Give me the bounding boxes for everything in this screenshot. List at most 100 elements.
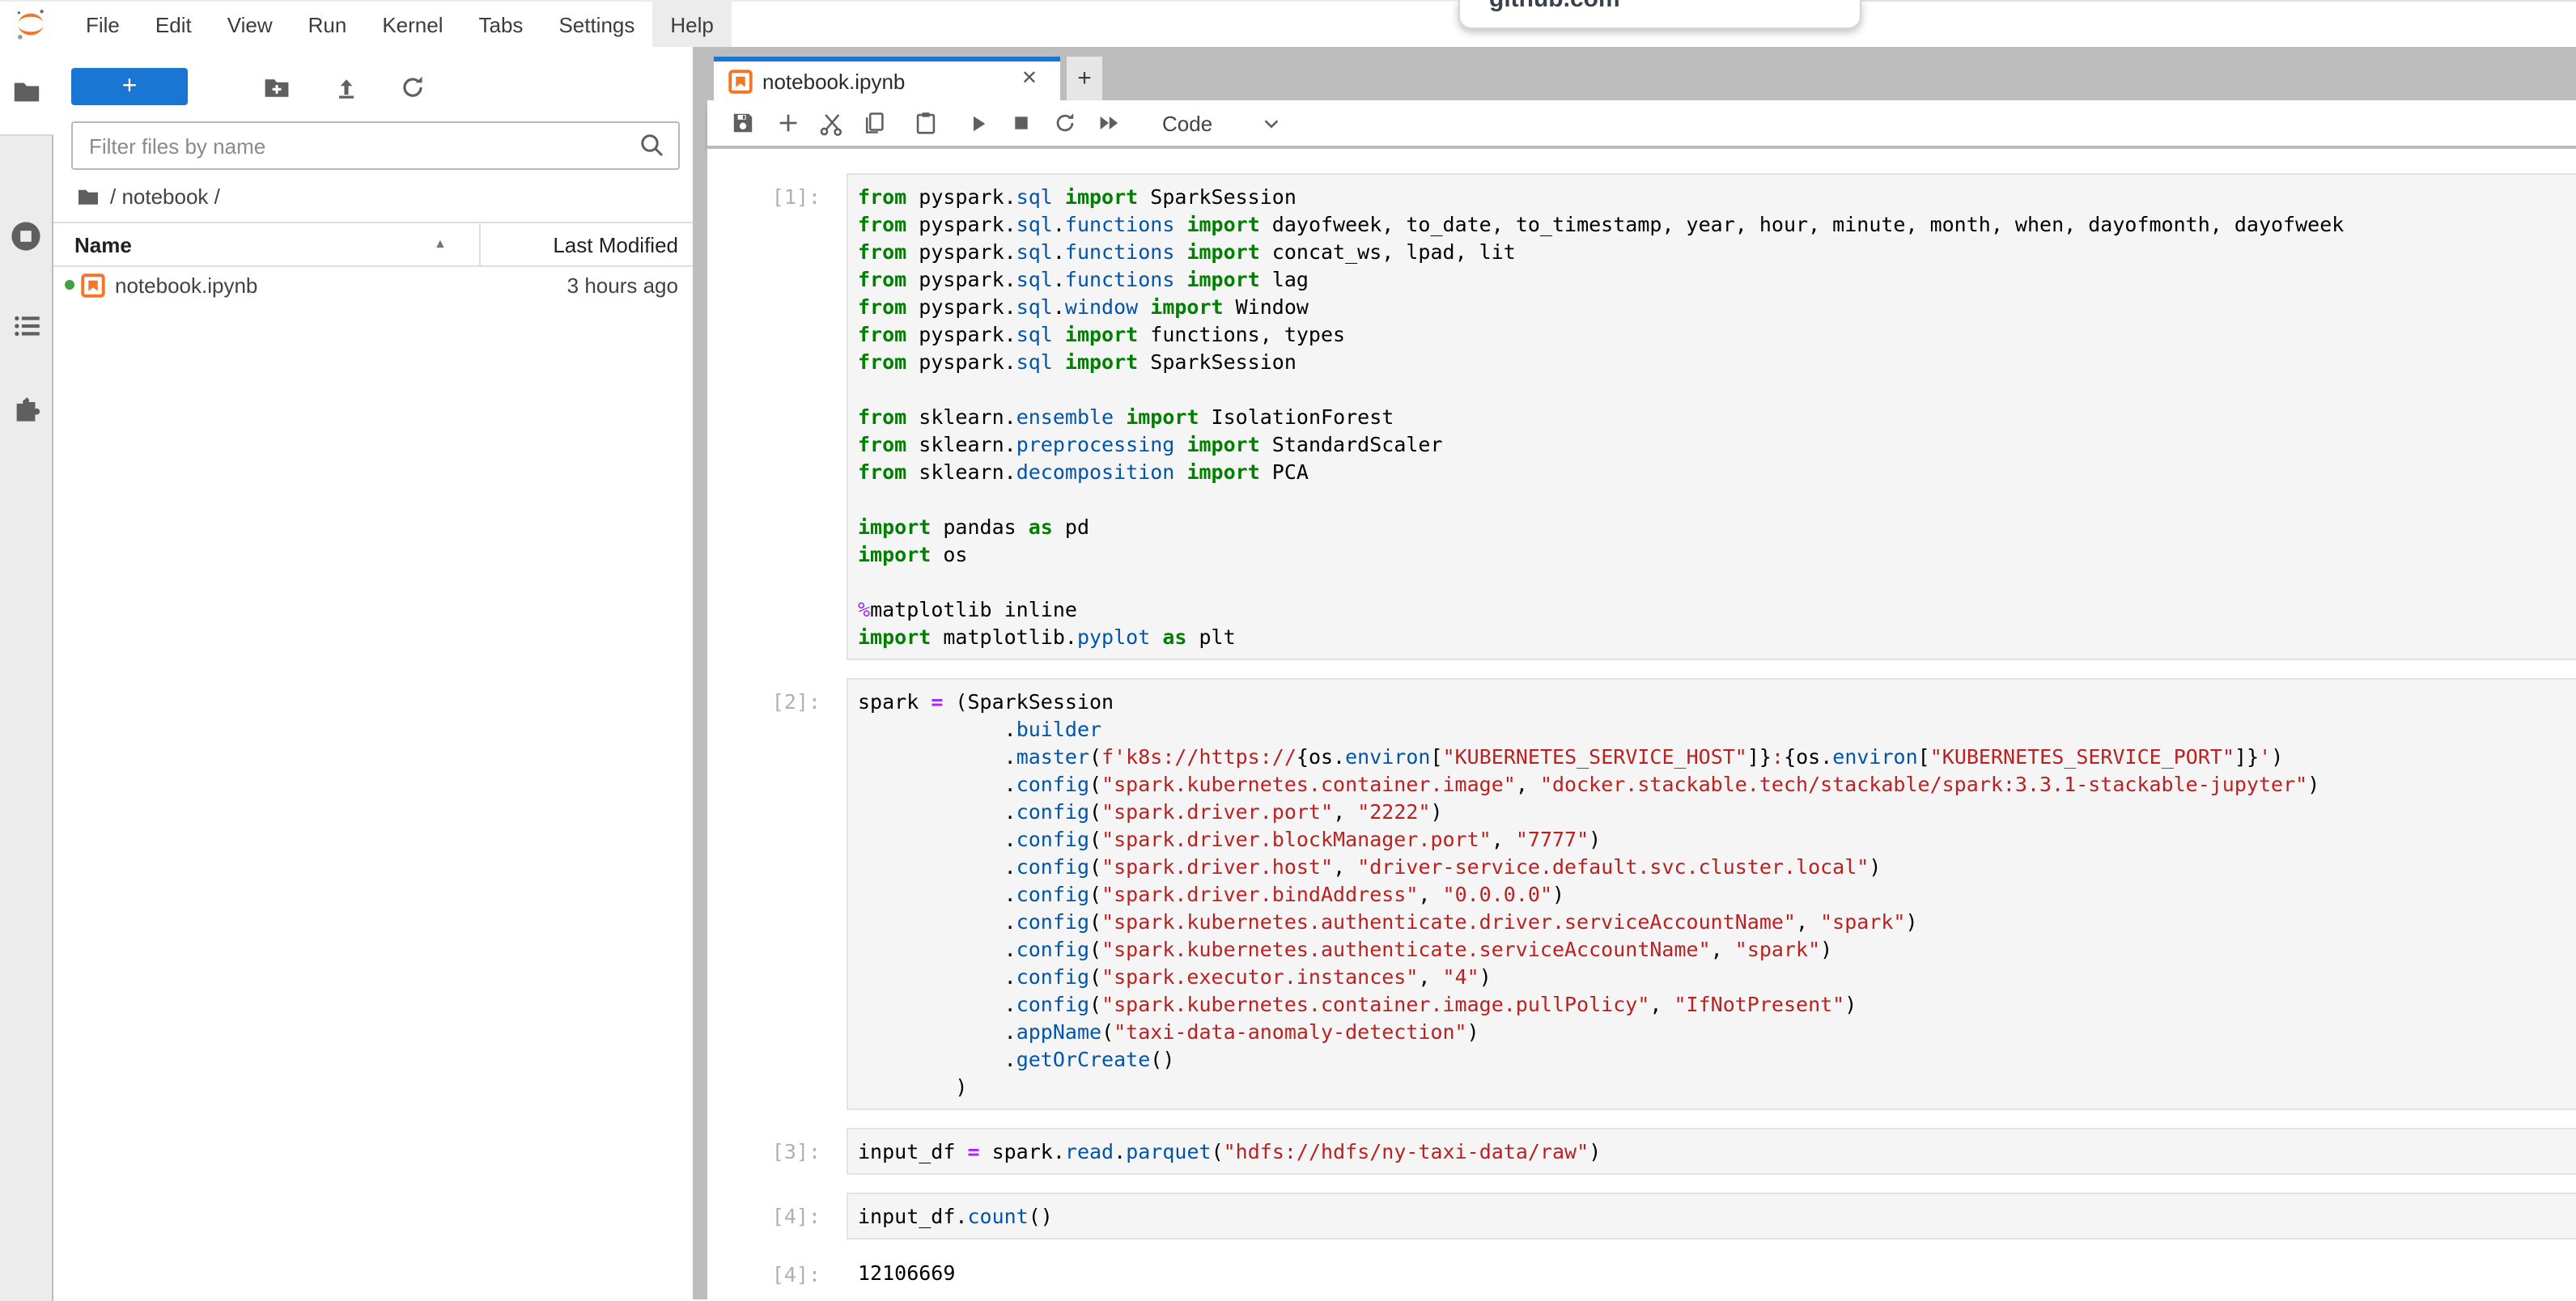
- jupyterlab-window: github.com FileEditViewRunKernelTabsSett…: [0, 0, 2576, 1299]
- fast-forward-icon: [1096, 110, 1122, 136]
- paste-icon: [913, 110, 939, 136]
- new-folder-button[interactable]: [257, 68, 296, 107]
- code-cell[interactable]: [1]:from pyspark.sql import SparkSession…: [707, 173, 2576, 660]
- cell-input-prompt: [2]:: [707, 678, 821, 1110]
- copy-icon: [861, 110, 887, 136]
- sort-ascending-icon[interactable]: ▲: [434, 236, 447, 251]
- rail-tab-file-browser[interactable]: [0, 47, 53, 134]
- menu-item-view[interactable]: View: [210, 2, 291, 47]
- menu-item-tabs[interactable]: Tabs: [461, 2, 541, 47]
- sidebar-rail: [0, 47, 53, 1299]
- tab-title: notebook.ipynb: [762, 69, 905, 93]
- save-icon: [730, 110, 756, 136]
- cell-type-dropdown[interactable]: Code: [1162, 104, 1212, 142]
- upload-icon: [332, 73, 361, 102]
- cell-output-prompt: [4]:: [707, 1259, 821, 1288]
- restart-icon: [1052, 110, 1078, 136]
- cell-editor[interactable]: from pyspark.sql import SparkSessionfrom…: [847, 173, 2576, 660]
- notebook-file-icon: [728, 69, 753, 93]
- rail-tab-extensions[interactable]: [0, 375, 52, 440]
- filter-files-input[interactable]: [86, 132, 636, 159]
- cell-collapser[interactable]: [821, 1193, 847, 1240]
- column-header-modified[interactable]: Last Modified: [553, 232, 678, 256]
- running-kernels-icon: [10, 220, 42, 252]
- cell-editor[interactable]: spark = (SparkSession .builder .master(f…: [847, 678, 2576, 1110]
- save-button[interactable]: [724, 104, 762, 142]
- rail-tab-running-kernels[interactable]: [0, 204, 52, 269]
- cell-collapser[interactable]: [821, 1128, 847, 1175]
- menubar: FileEditViewRunKernelTabsSettingsHelp: [0, 2, 2576, 49]
- search-icon: [636, 129, 668, 162]
- column-header-name[interactable]: Name: [74, 232, 132, 256]
- add-icon: [775, 110, 801, 136]
- cell-type-value: Code: [1162, 111, 1212, 135]
- notebook-toolbar: Code: [707, 100, 2576, 149]
- notebook-dock: notebook.ipynb ✕ +: [707, 47, 2576, 1299]
- new-tab-button[interactable]: +: [1067, 57, 1102, 100]
- output-spacer: [821, 1259, 847, 1288]
- file-list-header: Name ▲ Last Modified: [53, 222, 693, 267]
- stop-kernel-button[interactable]: [1002, 104, 1041, 142]
- restart-kernel-button[interactable]: [1046, 104, 1084, 142]
- browser-popup: github.com: [1458, 0, 1861, 29]
- cell-output: [4]: 12106669: [707, 1259, 2576, 1288]
- menu-item-settings[interactable]: Settings: [541, 2, 652, 47]
- notebook-content[interactable]: [1]:from pyspark.sql import SparkSession…: [707, 149, 2576, 1299]
- cell-editor[interactable]: input_df.count(): [847, 1193, 2576, 1240]
- refresh-icon: [398, 73, 427, 102]
- cell-input-prompt: [3]:: [707, 1128, 821, 1175]
- kernel-running-dot: [65, 280, 74, 290]
- jupyter-logo-icon: [13, 6, 49, 42]
- paste-cells-button[interactable]: [906, 104, 945, 142]
- tab-notebook-ipynb[interactable]: notebook.ipynb ✕: [714, 57, 1060, 100]
- menu-item-help[interactable]: Help: [652, 2, 732, 47]
- stop-icon: [1010, 112, 1033, 134]
- code-cell[interactable]: [4]: input_df.count(): [707, 1193, 2576, 1240]
- table-of-contents-icon: [11, 310, 41, 341]
- menu-items: FileEditViewRunKernelTabsSettingsHelp: [68, 2, 732, 47]
- cell-input-prompt: [4]:: [707, 1193, 821, 1240]
- panel-splitter[interactable]: [693, 47, 707, 1299]
- menu-item-file[interactable]: File: [68, 2, 138, 47]
- dock-tabbar: notebook.ipynb ✕ +: [707, 47, 2576, 100]
- tab-close-icon[interactable]: ✕: [1021, 68, 1038, 87]
- menu-item-edit[interactable]: Edit: [138, 2, 210, 47]
- cell-editor[interactable]: input_df = spark.read.parquet("hdfs://hd…: [847, 1128, 2576, 1175]
- file-row[interactable]: notebook.ipynb 3 hours ago: [53, 264, 693, 306]
- upload-button[interactable]: [327, 68, 366, 107]
- breadcrumb[interactable]: / notebook /: [76, 181, 220, 210]
- home-folder-icon[interactable]: [76, 184, 100, 208]
- cell-collapser[interactable]: [821, 173, 847, 660]
- code-cell[interactable]: [3]: input_df = spark.read.parquet("hdfs:…: [707, 1128, 2576, 1175]
- cell-output-text: 12106669: [847, 1259, 955, 1288]
- copy-cells-button[interactable]: [855, 104, 893, 142]
- rail-background: [0, 134, 53, 1301]
- run-cell-button[interactable]: [958, 104, 997, 142]
- add-cell-button[interactable]: [769, 104, 808, 142]
- file-list: notebook.ipynb 3 hours ago: [53, 264, 693, 306]
- refresh-button[interactable]: [393, 68, 432, 107]
- file-name: notebook.ipynb: [115, 273, 257, 297]
- filter-files-field[interactable]: [71, 121, 680, 170]
- cell-collapser[interactable]: [821, 678, 847, 1110]
- code-cell[interactable]: [2]:spark = (SparkSession .builder .mast…: [707, 678, 2576, 1110]
- browser-popup-text: github.com: [1489, 0, 1860, 13]
- menu-item-run[interactable]: Run: [291, 2, 365, 47]
- restart-run-all-button[interactable]: [1089, 104, 1128, 142]
- file-modified: 3 hours ago: [567, 273, 678, 297]
- new-folder-icon: [262, 73, 291, 102]
- puzzle-icon: [11, 392, 41, 423]
- file-browser-panel: +: [53, 47, 693, 1299]
- new-launcher-button[interactable]: +: [71, 68, 188, 105]
- cut-cells-button[interactable]: [811, 104, 850, 142]
- run-icon: [965, 111, 990, 135]
- notebook-file-icon: [81, 273, 105, 297]
- menu-item-kernel[interactable]: Kernel: [364, 2, 460, 47]
- chevron-down-icon: [1261, 113, 1282, 134]
- cell-input-prompt: [1]:: [707, 173, 821, 660]
- folder-icon: [11, 75, 42, 106]
- rail-tab-table-of-contents[interactable]: [0, 293, 52, 358]
- breadcrumb-path: / notebook /: [110, 184, 220, 208]
- cut-icon: [817, 109, 844, 137]
- column-divider: [479, 223, 481, 265]
